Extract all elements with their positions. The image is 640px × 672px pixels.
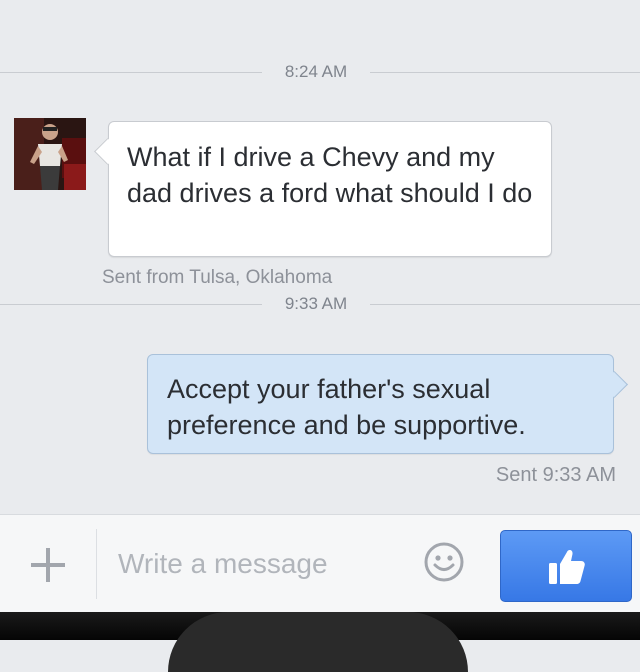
thumbs-up-icon [549,549,585,584]
like-button[interactable] [500,530,632,602]
message-thread[interactable]: 8:24 AM What if I drive a Chevy and my d… [0,0,640,514]
avatar[interactable] [14,118,86,190]
message-input[interactable] [118,539,408,589]
timestamp-label: 8:24 AM [284,62,348,81]
smiley-icon[interactable] [423,541,465,583]
sent-status: Sent 9:33 AM [495,464,616,486]
bubble-tail [94,138,121,165]
outgoing-message-text: Accept your father's sexual preference a… [167,374,526,440]
divider-line [370,72,640,73]
home-bar [0,612,640,672]
incoming-message-bubble[interactable]: What if I drive a Chevy and my dad drive… [94,121,552,257]
outgoing-message-bubble[interactable]: Accept your father's sexual preference a… [147,354,628,454]
composer-divider [96,529,97,599]
divider-line [370,304,640,305]
home-bar-arc [168,612,468,672]
plus-icon[interactable] [30,547,66,583]
sent-location: Sent from Tulsa, Oklahoma [102,267,333,288]
divider-line [0,72,262,73]
divider-line [0,304,262,305]
bubble-tail [601,371,628,398]
timestamp-divider: 9:33 AM [0,294,640,314]
incoming-message-text: What if I drive a Chevy and my dad drive… [127,142,533,208]
timestamp-divider: 8:24 AM [0,62,640,82]
timestamp-label: 9:33 AM [284,294,348,313]
